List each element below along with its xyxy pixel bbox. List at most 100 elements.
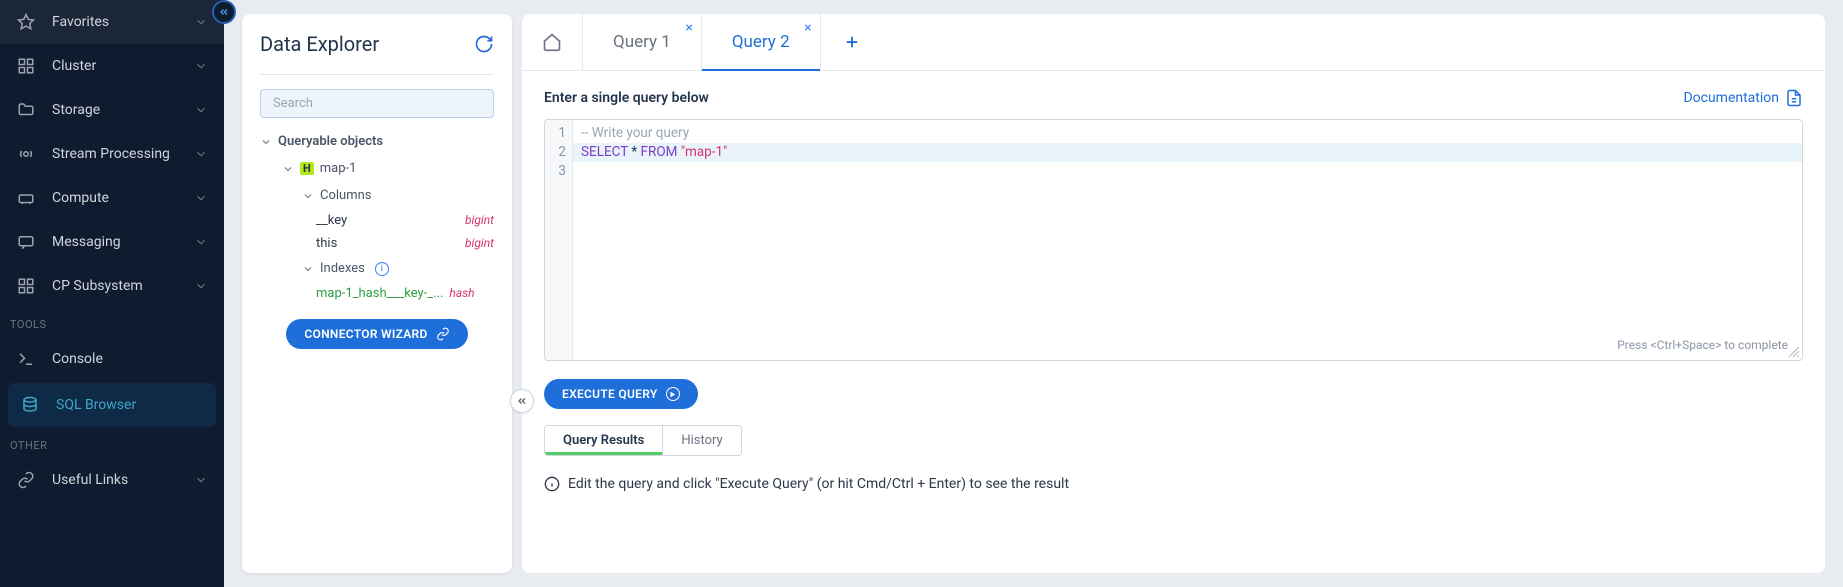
home-icon bbox=[542, 32, 562, 52]
link-icon bbox=[16, 470, 36, 490]
play-icon bbox=[666, 387, 680, 401]
tab-home[interactable] bbox=[522, 14, 583, 70]
grid-icon bbox=[16, 276, 36, 296]
folder-icon bbox=[16, 100, 36, 120]
tree-root-label: Queryable objects bbox=[278, 134, 383, 149]
code-string: "map-1" bbox=[677, 144, 727, 160]
editor-code[interactable]: -- Write your query SELECT * FROM "map-1… bbox=[573, 120, 1802, 360]
chevron-down-icon bbox=[194, 103, 208, 117]
divider bbox=[260, 74, 494, 75]
sidebar-item-label: Messaging bbox=[52, 234, 121, 250]
sidebar-item-label: Storage bbox=[52, 102, 100, 118]
index-type: hash bbox=[449, 286, 474, 301]
resize-handle-icon[interactable] bbox=[1788, 346, 1800, 358]
query-content: Enter a single query below Documentation… bbox=[522, 71, 1825, 573]
link-icon bbox=[436, 327, 450, 341]
chevron-down-icon bbox=[194, 279, 208, 293]
data-explorer-panel: Data Explorer Queryable objects H map-1 … bbox=[242, 14, 512, 573]
close-icon[interactable]: × bbox=[804, 20, 811, 36]
sidebar-item-useful-links[interactable]: Useful Links bbox=[0, 458, 224, 502]
sidebar-collapse-button[interactable] bbox=[212, 0, 236, 24]
sidebar-item-label: Compute bbox=[52, 190, 109, 206]
sidebar-item-messaging[interactable]: Messaging bbox=[0, 220, 224, 264]
search-input[interactable] bbox=[260, 89, 494, 118]
column-name: this bbox=[316, 236, 337, 251]
tab-query-2[interactable]: Query 2 × bbox=[702, 14, 821, 70]
tab-label: Query 1 bbox=[613, 32, 671, 52]
panel-title: Data Explorer bbox=[260, 32, 379, 56]
star-icon bbox=[16, 12, 36, 32]
terminal-icon bbox=[16, 349, 36, 369]
tree-indexes-node[interactable]: Indexes i bbox=[260, 255, 494, 282]
doc-link-label: Documentation bbox=[1683, 90, 1779, 106]
section-label-other: OTHER bbox=[0, 429, 224, 458]
sidebar: Favorites Cluster Storage Stream Process… bbox=[0, 0, 224, 587]
query-tabs: Query 1 × Query 2 × bbox=[522, 14, 1825, 71]
tree-map-label: map-1 bbox=[320, 161, 357, 176]
query-area: Query 1 × Query 2 × Enter a single query… bbox=[522, 14, 1825, 573]
chevron-down-icon bbox=[282, 163, 294, 175]
map-badge: H bbox=[300, 162, 314, 175]
code-keyword: FROM bbox=[641, 144, 678, 160]
chevron-down-icon bbox=[194, 235, 208, 249]
tree-root[interactable]: Queryable objects bbox=[260, 128, 494, 155]
sidebar-item-favorites[interactable]: Favorites bbox=[0, 0, 224, 44]
compute-icon bbox=[16, 188, 36, 208]
documentation-link[interactable]: Documentation bbox=[1683, 89, 1803, 107]
tree-indexes-label: Indexes bbox=[320, 261, 365, 276]
sidebar-item-console[interactable]: Console bbox=[0, 337, 224, 381]
result-hint: Edit the query and click "Execute Query"… bbox=[544, 476, 1803, 492]
splitter-collapse-button[interactable] bbox=[510, 389, 534, 413]
document-icon bbox=[1785, 89, 1803, 107]
chevron-down-icon bbox=[302, 190, 314, 202]
column-type: bigint bbox=[465, 213, 494, 228]
search-icon[interactable] bbox=[470, 96, 486, 112]
tree-columns-label: Columns bbox=[320, 188, 372, 203]
execute-query-button[interactable]: EXECUTE QUERY bbox=[544, 379, 698, 409]
sidebar-item-label: CP Subsystem bbox=[52, 278, 143, 294]
sidebar-item-cluster[interactable]: Cluster bbox=[0, 44, 224, 88]
sidebar-item-sql-browser[interactable]: SQL Browser bbox=[8, 383, 216, 427]
column-type: bigint bbox=[465, 236, 494, 251]
query-prompt: Enter a single query below bbox=[544, 90, 709, 106]
sidebar-item-storage[interactable]: Storage bbox=[0, 88, 224, 132]
code-comment: -- Write your query bbox=[581, 125, 689, 141]
sql-editor[interactable]: 123 -- Write your query SELECT * FROM "m… bbox=[544, 119, 1803, 361]
tree-map-node[interactable]: H map-1 bbox=[260, 155, 494, 182]
code-keyword: SELECT bbox=[581, 144, 628, 160]
chevron-down-icon bbox=[194, 147, 208, 161]
database-icon bbox=[20, 395, 40, 415]
stream-icon bbox=[16, 144, 36, 164]
column-row: this bigint bbox=[260, 232, 494, 255]
chevron-down-icon bbox=[194, 191, 208, 205]
button-label: CONNECTOR WIZARD bbox=[304, 327, 427, 341]
chat-icon bbox=[16, 232, 36, 252]
editor-gutter: 123 bbox=[545, 120, 573, 360]
chevron-down-icon bbox=[194, 59, 208, 73]
column-name: __key bbox=[316, 213, 347, 228]
result-hint-text: Edit the query and click "Execute Query"… bbox=[568, 476, 1069, 492]
tab-history[interactable]: History bbox=[662, 426, 740, 455]
info-icon[interactable]: i bbox=[375, 262, 389, 276]
sidebar-item-label: Cluster bbox=[52, 58, 96, 74]
tab-query-results[interactable]: Query Results bbox=[545, 426, 662, 455]
code-operator: * bbox=[628, 144, 641, 160]
connector-wizard-button[interactable]: CONNECTOR WIZARD bbox=[286, 319, 467, 349]
column-row: __key bigint bbox=[260, 209, 494, 232]
chevron-down-icon bbox=[194, 15, 208, 29]
sidebar-item-compute[interactable]: Compute bbox=[0, 176, 224, 220]
tab-query-1[interactable]: Query 1 × bbox=[583, 14, 702, 70]
tab-label: Query 2 bbox=[732, 32, 790, 52]
tab-add-button[interactable] bbox=[821, 14, 883, 70]
sidebar-item-label: Favorites bbox=[52, 14, 109, 30]
chevron-down-icon bbox=[194, 473, 208, 487]
sidebar-item-cp-subsystem[interactable]: CP Subsystem bbox=[0, 264, 224, 308]
grid-icon bbox=[16, 56, 36, 76]
close-icon[interactable]: × bbox=[685, 20, 692, 36]
chevron-down-icon bbox=[302, 263, 314, 275]
sidebar-item-stream-processing[interactable]: Stream Processing bbox=[0, 132, 224, 176]
sidebar-item-label: Stream Processing bbox=[52, 146, 170, 162]
chevron-down-icon bbox=[260, 136, 272, 148]
tree-columns-node[interactable]: Columns bbox=[260, 182, 494, 209]
refresh-icon[interactable] bbox=[474, 34, 494, 54]
